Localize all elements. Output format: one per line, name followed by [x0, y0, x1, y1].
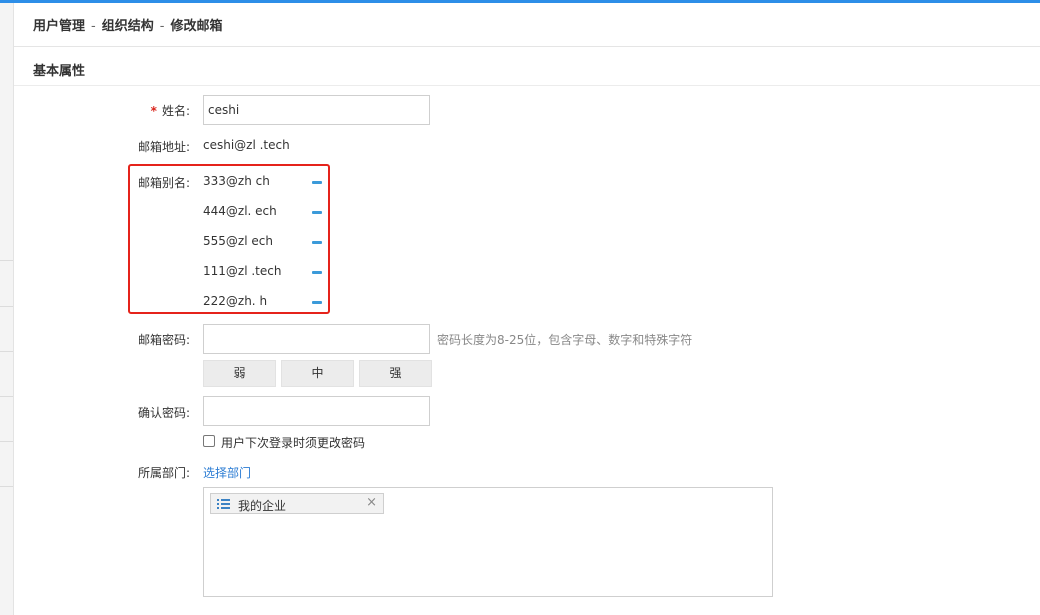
- department-tag-label: 我的企业: [238, 499, 287, 513]
- email-address-value: ceshi@zl .tech: [203, 138, 290, 152]
- password-hint: 密码长度为8-25位，包含字母、数字和特殊字符: [437, 333, 693, 347]
- breadcrumb-separator: -: [159, 19, 165, 34]
- name-label: * 姓名:: [0, 102, 190, 119]
- force-change-checkbox[interactable]: [203, 435, 215, 447]
- sidebar-divider: [0, 441, 13, 442]
- strength-medium-indicator: 中: [281, 360, 354, 387]
- alias-item: 444@zl. ech: [203, 204, 277, 218]
- email-address-label: 邮箱地址:: [137, 140, 190, 154]
- required-mark: *: [150, 104, 157, 118]
- alias-item: 222@zh. h: [203, 294, 268, 308]
- minus-icon[interactable]: [312, 241, 322, 244]
- list-icon: [217, 499, 230, 509]
- page-header: 用户管理 - 组织结构 - 修改邮箱: [14, 3, 1040, 47]
- minus-icon[interactable]: [312, 181, 322, 184]
- email-password-input[interactable]: [203, 324, 430, 354]
- section-divider: [14, 85, 1040, 86]
- sidebar-divider: [0, 306, 13, 307]
- strength-strong-indicator: 强: [359, 360, 432, 387]
- breadcrumb-separator: -: [91, 19, 96, 34]
- sidebar-divider: [0, 260, 13, 261]
- breadcrumb-item-user-management[interactable]: 用户管理: [33, 19, 85, 34]
- close-icon[interactable]: ×: [366, 495, 377, 510]
- sidebar-divider: [0, 396, 13, 397]
- section-title: 基本属性: [33, 64, 86, 79]
- minus-icon[interactable]: [312, 301, 322, 304]
- name-input[interactable]: [203, 95, 430, 125]
- sidebar-divider: [0, 351, 13, 352]
- confirm-password-input[interactable]: [203, 396, 430, 426]
- confirm-password-label: 确认密码:: [137, 406, 190, 420]
- email-alias-label: 邮箱别名:: [137, 176, 190, 190]
- select-department-link[interactable]: 选择部门: [203, 464, 251, 481]
- breadcrumb-item-org-structure[interactable]: 组织结构: [102, 19, 154, 34]
- department-tag: 我的企业 ×: [210, 493, 384, 514]
- alias-item: 555@zl ech: [203, 234, 273, 248]
- department-label: 所属部门:: [137, 466, 190, 480]
- left-sidebar-edge: [0, 3, 14, 615]
- name-label-text: 姓名:: [161, 104, 190, 118]
- breadcrumb: 用户管理 - 组织结构 - 修改邮箱: [33, 15, 222, 34]
- strength-weak-indicator: 弱: [203, 360, 276, 387]
- minus-icon[interactable]: [312, 211, 322, 214]
- breadcrumb-item-edit-email: 修改邮箱: [170, 19, 223, 34]
- email-password-label: 邮箱密码:: [137, 333, 190, 347]
- sidebar-divider: [0, 486, 13, 487]
- alias-item: 111@zl .tech: [203, 264, 282, 278]
- force-change-label[interactable]: 用户下次登录时须更改密码: [221, 434, 365, 451]
- alias-item: 333@zh ch: [203, 174, 270, 188]
- department-selection-area: 我的企业 ×: [203, 487, 773, 597]
- minus-icon[interactable]: [312, 271, 322, 274]
